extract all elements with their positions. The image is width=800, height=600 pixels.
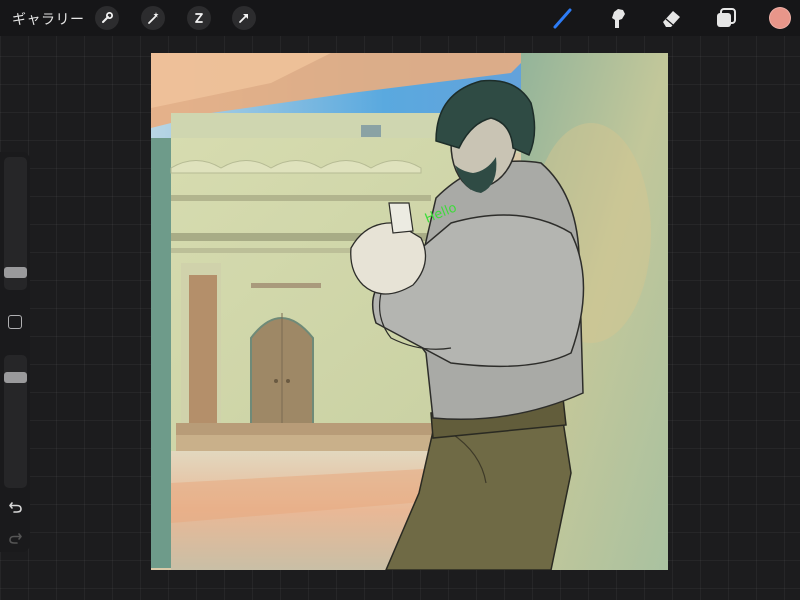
layers-icon[interactable] [713,5,739,31]
square-modifier-icon[interactable] [8,315,22,329]
undo-icon[interactable] [7,498,24,515]
opacity-thumb[interactable] [4,372,27,383]
eraser-icon[interactable] [659,5,685,31]
redo-icon[interactable] [7,529,24,546]
magic-wand-icon[interactable] [141,6,165,30]
left-sidebar [0,152,30,552]
wrench-icon[interactable] [95,6,119,30]
brush-icon[interactable] [550,5,576,31]
transform-arrow-icon[interactable] [232,6,256,30]
color-picker-swatch[interactable] [769,7,791,29]
artwork-illustration: Hello [151,53,668,570]
selection-icon[interactable] [187,6,211,30]
brush-size-thumb[interactable] [4,267,27,278]
gallery-button[interactable]: ギャラリー [12,9,85,29]
top-toolbar: ギャラリー [0,0,800,36]
drawing-canvas[interactable]: Hello [151,53,668,570]
smudge-icon[interactable] [605,5,631,31]
